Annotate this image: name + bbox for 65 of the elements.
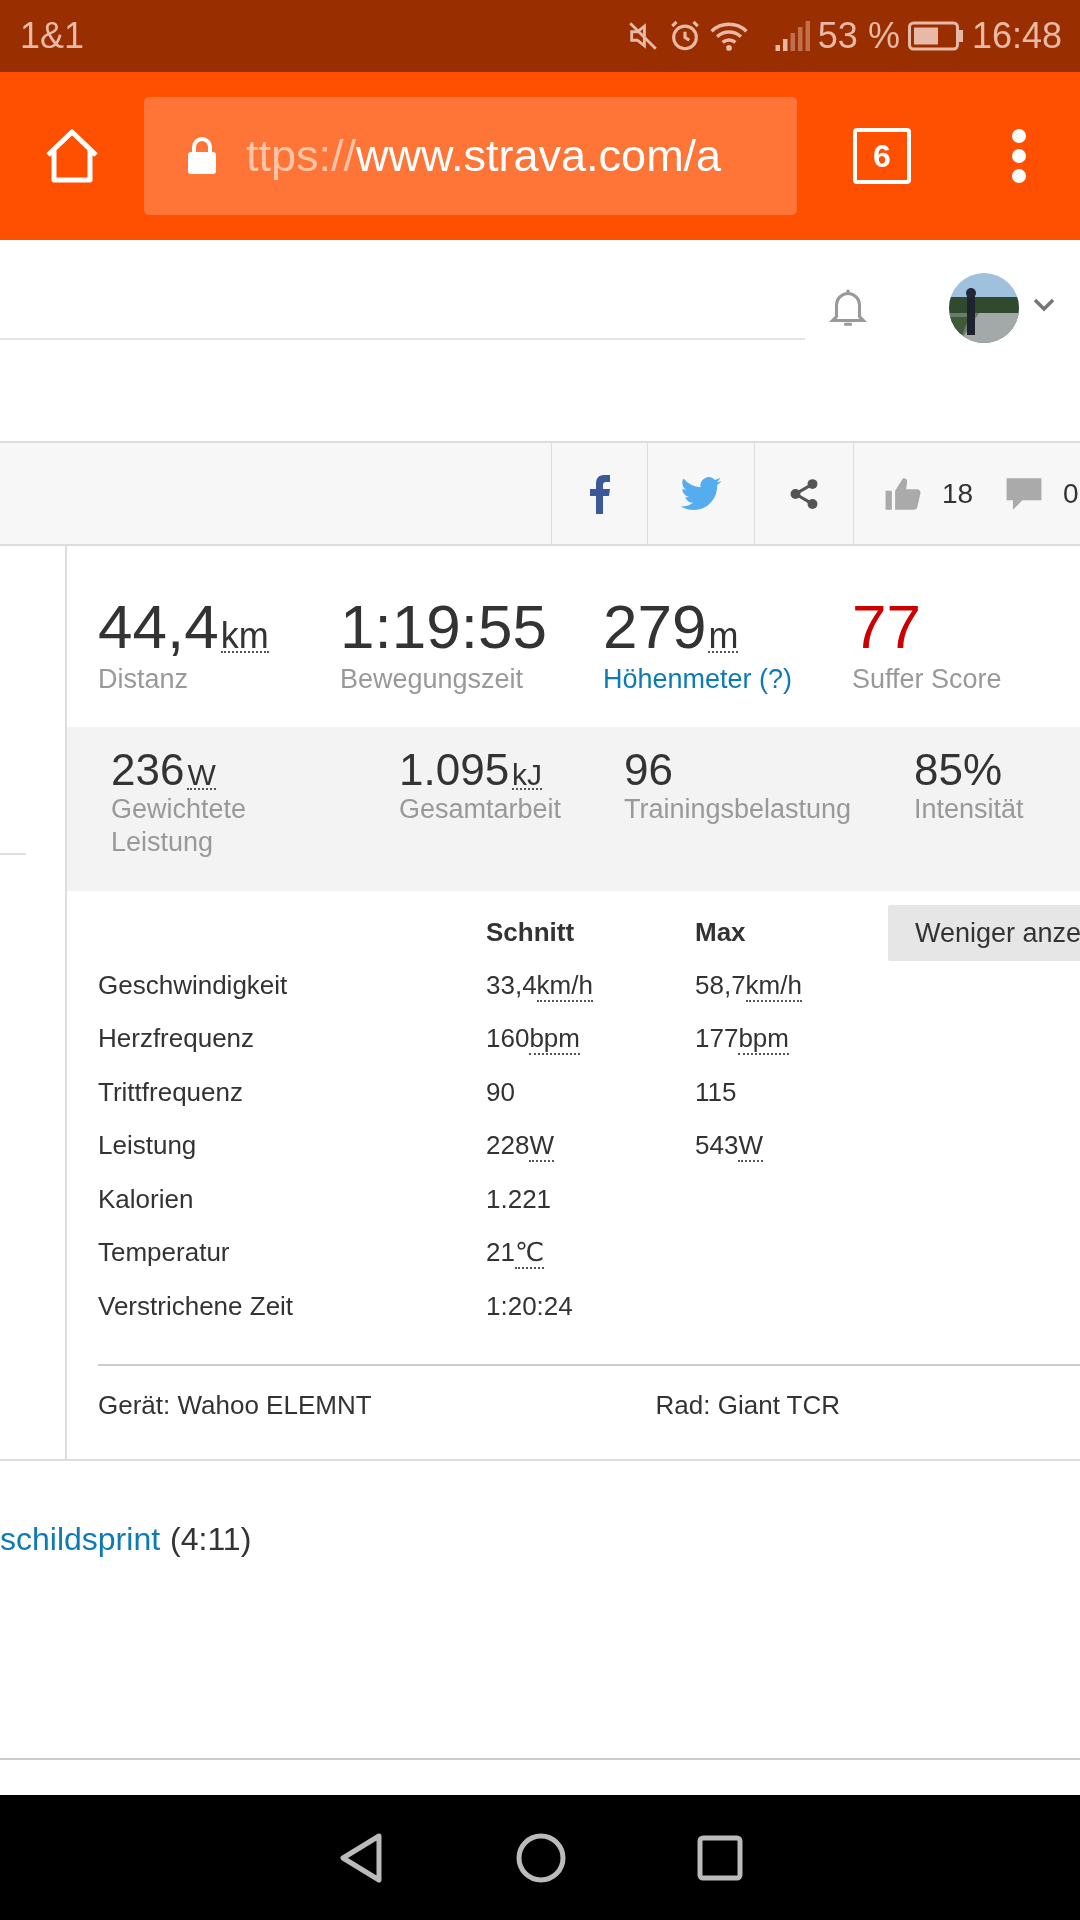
signal-icon bbox=[773, 20, 810, 52]
table-cell: 177bpm bbox=[695, 1023, 789, 1055]
bike-text: Rad: Giant TCR bbox=[655, 1390, 841, 1421]
stat-value: 77 bbox=[852, 596, 921, 658]
row-label: Verstrichene Zeit bbox=[98, 1290, 294, 1322]
row-label: Herzfrequenz bbox=[98, 1023, 255, 1055]
table-cell: 228W bbox=[486, 1130, 554, 1162]
stat-value: 236 bbox=[111, 747, 185, 793]
stat-unit: km bbox=[220, 621, 269, 653]
back-icon[interactable] bbox=[337, 1831, 385, 1884]
stat-label: Trainingsbelastung bbox=[624, 793, 853, 826]
bird-icon bbox=[680, 476, 722, 511]
column-header: Schnitt bbox=[486, 917, 576, 948]
stat-value: 96 bbox=[624, 747, 673, 793]
tab-count-button[interactable]: 6 bbox=[853, 128, 911, 184]
table-cell: 543W bbox=[695, 1130, 763, 1162]
table-cell: 21℃ bbox=[486, 1237, 545, 1269]
comment-button[interactable]: 0 bbox=[993, 443, 1080, 544]
device-text: Gerät: Wahoo ELEMNT bbox=[98, 1390, 372, 1421]
show-less-button[interactable]: Weniger anze bbox=[888, 905, 1080, 961]
stat-unit: W bbox=[187, 762, 216, 790]
menu-icon[interactable] bbox=[1011, 128, 1027, 184]
table-cell: 1:20:24 bbox=[486, 1290, 573, 1322]
stat-value: 1.095 bbox=[399, 747, 510, 793]
column-header: Max bbox=[695, 917, 747, 948]
table-cell: 90 bbox=[486, 1076, 515, 1108]
stat-value: 44,4 bbox=[98, 596, 219, 658]
row-label: Temperatur bbox=[98, 1237, 230, 1269]
stat-label: Gewichtete Leistung bbox=[111, 793, 248, 859]
table-cell: 160bpm bbox=[486, 1023, 580, 1055]
url-text: ttps://www.strava.com/a bbox=[246, 130, 722, 182]
stat-label: Gesamtarbeit bbox=[399, 793, 563, 826]
recents-icon[interactable] bbox=[697, 1834, 743, 1881]
table-cell: 1.221 bbox=[486, 1183, 552, 1215]
stat-value: 1:19:55 bbox=[340, 596, 547, 658]
segment-time: (4:11) bbox=[170, 1521, 252, 1558]
table-cell: 115 bbox=[695, 1076, 737, 1108]
battery-icon bbox=[907, 21, 964, 51]
row-label: Geschwindigkeit bbox=[98, 969, 288, 1001]
address-bar[interactable]: ttps://www.strava.com/a bbox=[144, 97, 797, 215]
segment-link[interactable]: schildsprint bbox=[0, 1521, 161, 1558]
row-label: Leistung bbox=[98, 1130, 197, 1162]
home-icon[interactable] bbox=[44, 129, 100, 183]
stat-unit: kJ bbox=[512, 762, 543, 790]
stat-label: Distanz bbox=[98, 664, 190, 695]
kudos-button[interactable]: 18 bbox=[853, 443, 993, 544]
carrier-name: 1&1 bbox=[20, 15, 85, 57]
facebook-icon bbox=[588, 473, 611, 514]
battery-percent: 53 % bbox=[817, 15, 900, 57]
row-label: Trittfrequenz bbox=[98, 1076, 243, 1108]
chevron-down-icon[interactable] bbox=[1033, 298, 1055, 312]
stat-value: 279 bbox=[603, 596, 707, 658]
stat-label: Suffer Score bbox=[852, 664, 1003, 695]
stat-unit: m bbox=[708, 621, 739, 653]
table-cell: 58,7km/h bbox=[695, 969, 802, 1001]
table-cell: 33,4km/h bbox=[486, 969, 593, 1001]
stat-label: Bewegungszeit bbox=[340, 664, 525, 695]
stat-value: 85% bbox=[914, 747, 1003, 793]
wifi-icon bbox=[709, 20, 748, 52]
clock-time: 16:48 bbox=[971, 15, 1062, 57]
home-circle-icon[interactable] bbox=[515, 1831, 567, 1884]
stat-label-link[interactable]: Höhenmeter (?) bbox=[603, 664, 852, 695]
row-label: Kalorien bbox=[98, 1183, 194, 1215]
lock-icon bbox=[186, 136, 218, 176]
stat-label: Intensität bbox=[914, 793, 1025, 826]
